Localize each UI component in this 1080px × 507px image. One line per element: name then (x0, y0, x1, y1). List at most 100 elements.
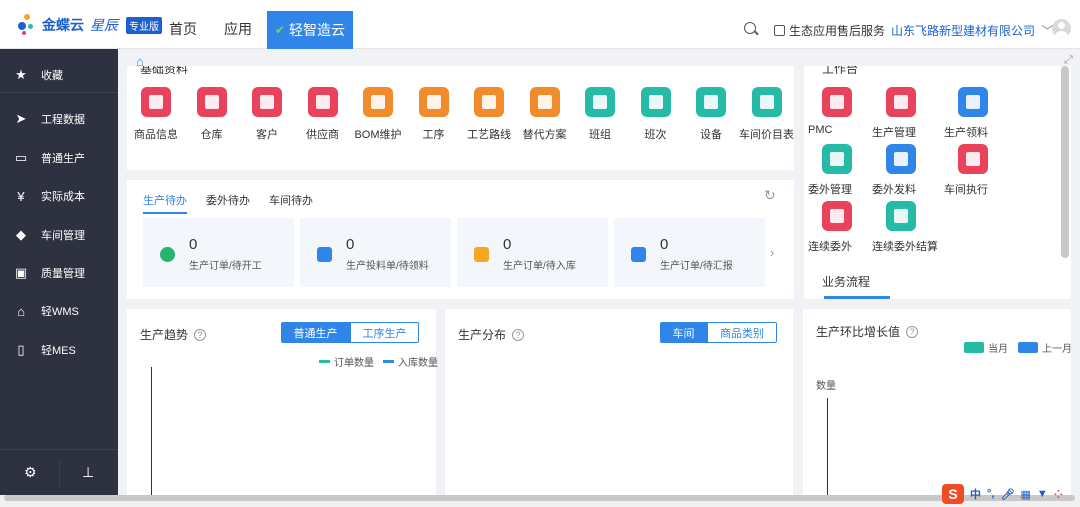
workbench-app-item[interactable]: 连续委外 (808, 201, 866, 254)
nav-home[interactable]: 首页 (169, 0, 197, 49)
growth-legend: 当月 上一月 (964, 340, 1072, 355)
seg-process-production[interactable]: 工序生产 (350, 322, 419, 343)
basic-app-item[interactable]: 车间价目表 (739, 87, 795, 142)
basic-app-item[interactable]: 仓库 (184, 87, 240, 142)
sidebar-item-label: 收藏 (41, 70, 63, 82)
basic-app-item[interactable]: 设备 (683, 87, 739, 142)
star-icon: ★ (15, 67, 27, 82)
service-icon (774, 25, 785, 36)
seg-normal-production[interactable]: 普通生产 (281, 322, 350, 343)
logo-brand: 金蝶云 (42, 17, 84, 33)
help-icon[interactable]: ? (194, 328, 207, 341)
todo-status-icon (317, 247, 332, 262)
legend-swatch (1018, 342, 1038, 353)
basic-app-item[interactable]: BOM维护 (350, 87, 406, 142)
service-label: 生态应用售后服务 (789, 24, 886, 38)
todo-card-item[interactable]: 0 生产订单/待入库 (457, 218, 608, 287)
sidebar-item-engineering[interactable]: ➤ 工程数据 (0, 100, 118, 138)
vertical-scrollbar[interactable] (1061, 66, 1069, 258)
avatar[interactable] (1052, 19, 1071, 38)
sidebar-item-mes[interactable]: ▯ 轻MES (0, 331, 118, 369)
app-glyph-icon (648, 95, 663, 109)
trend-title: 生产趋势 (140, 328, 189, 342)
chevron-right-icon[interactable]: › (770, 245, 774, 260)
app-glyph-icon (315, 95, 330, 109)
todo-card-item[interactable]: 0 生产订单/待汇报 (614, 218, 765, 287)
seg-product-category[interactable]: 商品类别 (707, 322, 777, 343)
app-tile-icon (474, 87, 504, 117)
kingdee-logo[interactable]: 金蝶云 星辰 专业版 (18, 14, 162, 36)
nav-qingzhizao[interactable]: ✔ 轻智造云 (267, 11, 353, 49)
app-tile-icon (822, 144, 852, 174)
tablet-icon: ▯ (17, 342, 25, 357)
basic-app-item[interactable]: 供应商 (295, 87, 351, 142)
warehouse-icon: ⌂ (17, 303, 25, 319)
app-name: BOM维护 (354, 129, 402, 141)
basic-app-item[interactable]: 班组 (572, 87, 628, 142)
app-tile-icon (696, 87, 726, 117)
workbench-app-item[interactable]: 生产领料 (944, 87, 1002, 140)
trend-segmented: 普通生产 工序生产 (281, 322, 419, 343)
todo-card-item[interactable]: 0 生产订单/待开工 (143, 218, 294, 287)
workbench-app-item[interactable]: PMC (808, 87, 866, 136)
basic-app-item[interactable]: 客户 (239, 87, 295, 142)
sidebar-item-label: 轻WMS (41, 306, 79, 318)
shirt-icon: ▼ (1036, 488, 1048, 500)
app-name: 替代方案 (522, 129, 567, 141)
workbench-app-item[interactable]: 生产管理 (872, 87, 930, 140)
app-glyph-icon (482, 95, 496, 109)
help-icon[interactable]: ? (512, 328, 525, 341)
workbench-app-item[interactable]: 委外管理 (808, 144, 866, 197)
app-name: 生产管理 (872, 127, 916, 139)
trend-legend: 订单数量 入库数量 (319, 354, 438, 369)
sidebar-item-production[interactable]: ▭ 普通生产 (0, 139, 118, 177)
basic-app-item[interactable]: 班次 (628, 87, 684, 142)
distribution-segmented: 车间 商品类别 (660, 322, 777, 343)
microphone-icon: 🎤︎ (1000, 488, 1015, 501)
sidebar-item-favorites[interactable]: ★ 收藏 (0, 56, 118, 94)
app-glyph-icon (260, 95, 274, 109)
todo-count: 0 (503, 236, 512, 253)
app-name: 车间价目表 (739, 129, 794, 141)
help-icon[interactable]: ? (906, 325, 919, 338)
workflow-label: 业务流程 (822, 275, 871, 289)
sidebar-item-cost[interactable]: ¥ 实际成本 (0, 177, 118, 215)
app-tile-icon (822, 201, 852, 231)
search-icon[interactable] (744, 22, 756, 34)
tab-outsource-todo[interactable]: 委外待办 (206, 192, 250, 214)
nav-apps[interactable]: 应用 (224, 0, 252, 49)
todo-card-item[interactable]: 0 生产投料单/待领料 (300, 218, 451, 287)
basic-app-item[interactable]: 工艺路线 (461, 87, 517, 142)
sidebar-item-workshop[interactable]: ◆ 车间管理 (0, 216, 118, 254)
app-glyph-icon (894, 209, 908, 223)
growth-y-axis (827, 398, 828, 495)
gear-icon[interactable]: ⚙ (24, 464, 37, 481)
todo-label: 生产投料单/待领料 (346, 261, 429, 272)
seg-workshop[interactable]: 车间 (660, 322, 707, 343)
sidebar-item-wms[interactable]: ⌂ 轻WMS (0, 292, 118, 330)
refresh-icon[interactable]: ↻ (764, 187, 776, 204)
legend-label: 上一月 (1042, 344, 1072, 355)
app-glyph-icon (830, 209, 844, 223)
pin-icon[interactable]: ⊥ (82, 464, 94, 481)
horizontal-scrollbar[interactable] (4, 495, 1075, 501)
basic-app-item[interactable]: 替代方案 (517, 87, 573, 142)
app-tile-icon (307, 87, 338, 117)
service-link[interactable]: 生态应用售后服务 (774, 22, 885, 39)
sidebar-footer: ⚙ ⊥ (0, 449, 118, 495)
app-tile-icon (196, 87, 227, 117)
distribution-title-row: 生产分布 ? (458, 326, 525, 343)
app-tile-icon (822, 87, 852, 117)
basic-app-item[interactable]: 商品信息 (128, 87, 184, 142)
workbench-app-item[interactable]: 车间执行 (944, 144, 1002, 197)
tab-production-todo[interactable]: 生产待办 (143, 192, 187, 214)
sidebar-item-quality[interactable]: ▣ 质量管理 (0, 254, 118, 292)
ime-toolbar[interactable]: S 中 °, 🎤︎ ▦ ▼ ⁘ (942, 484, 1063, 504)
app-glyph-icon (830, 95, 844, 109)
workbench-app-item[interactable]: 委外发料 (872, 144, 930, 197)
company-switcher[interactable]: 山东飞路新型建材有限公司 ﹀ (891, 22, 1053, 39)
workbench-app-item[interactable]: 连续委外结算 (872, 201, 942, 254)
basic-app-item[interactable]: 工序 (406, 87, 462, 142)
sogou-logo-icon: S (942, 484, 964, 504)
tab-workshop-todo[interactable]: 车间待办 (269, 192, 313, 214)
